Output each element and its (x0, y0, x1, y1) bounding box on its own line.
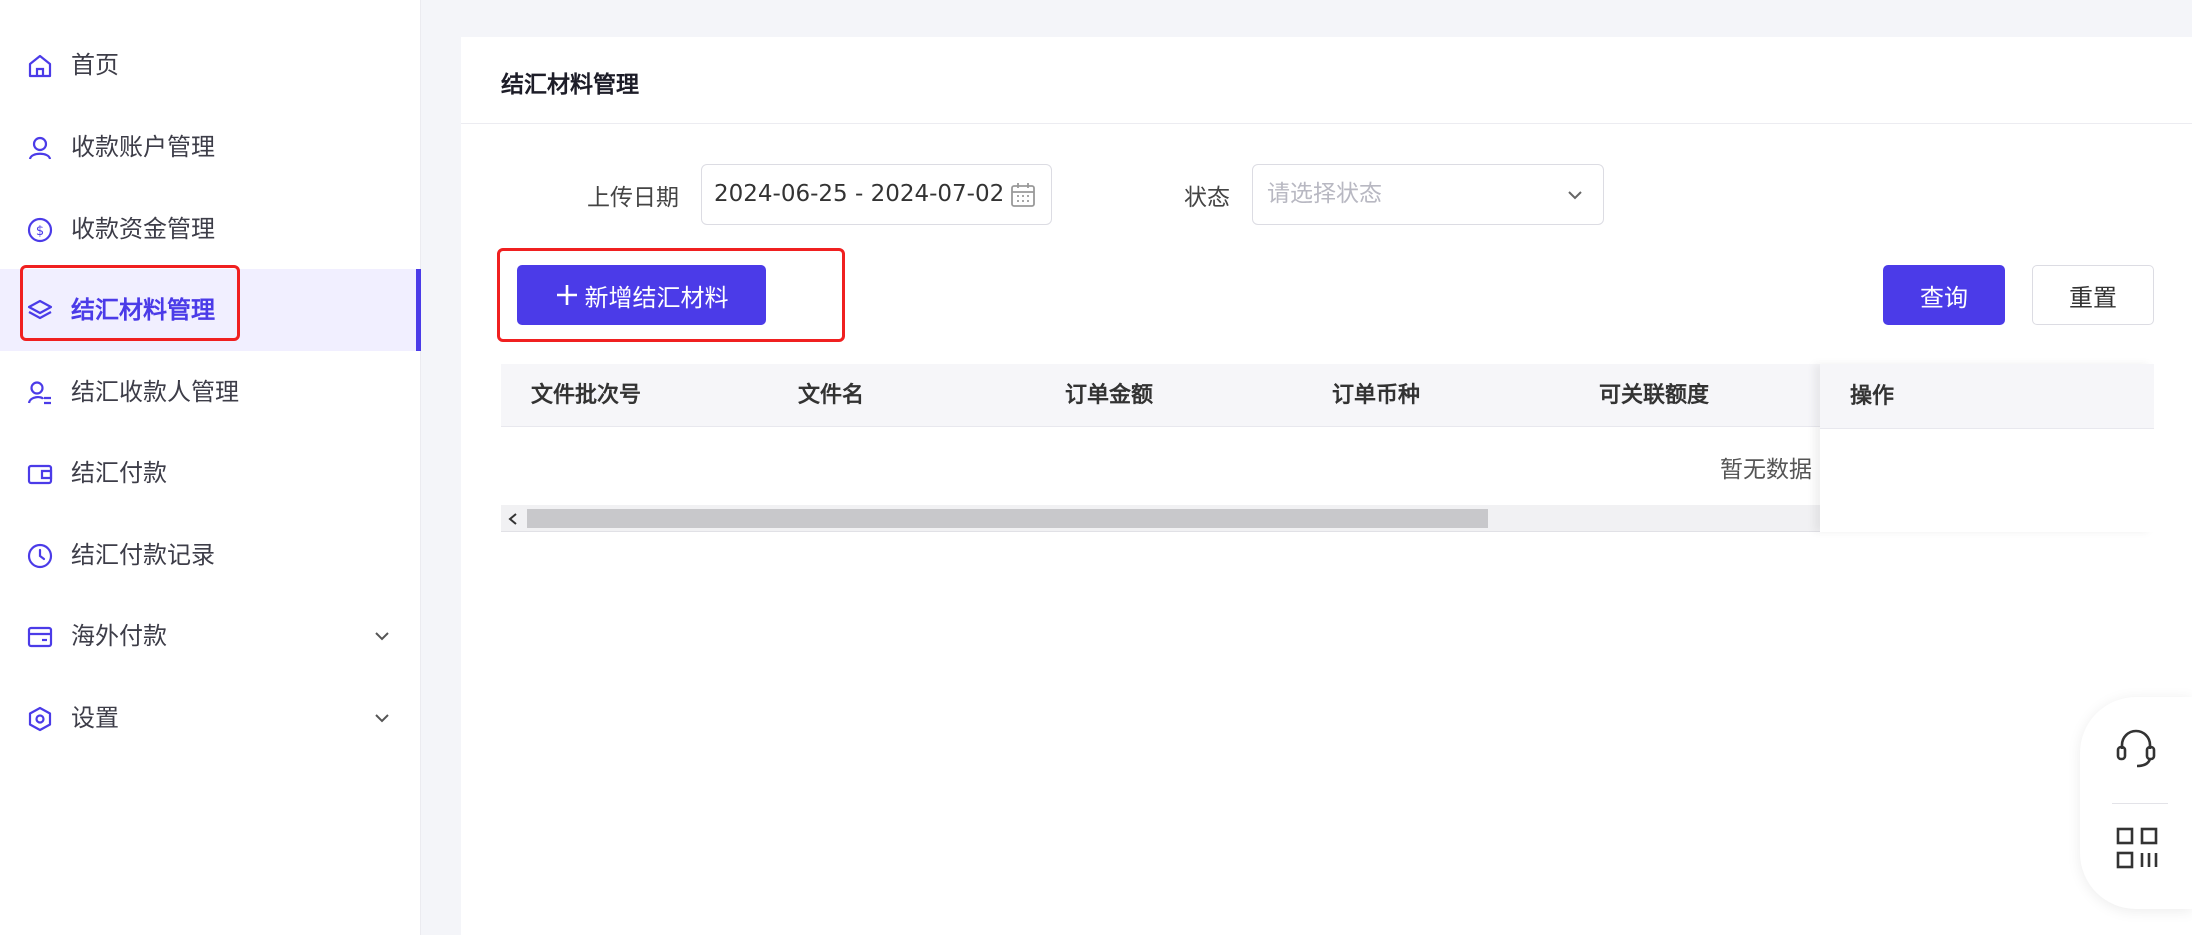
query-button[interactable]: 查询 (1883, 265, 2005, 325)
sidebar-item-overseas-payment[interactable]: 海外付款 (0, 595, 421, 677)
svg-text:$: $ (36, 224, 44, 239)
fixed-action-column: 操作 (1820, 364, 2154, 532)
reset-button-label: 重置 (2069, 283, 2117, 312)
sidebar-item-label: 海外付款 (71, 622, 167, 650)
add-settlement-material-button[interactable]: 新增结汇材料 (517, 265, 766, 325)
dollar-circle-icon: $ (26, 216, 54, 244)
sidebar-item-home[interactable]: 首页 (0, 24, 421, 106)
sidebar-item-label: 结汇收款人管理 (71, 378, 239, 406)
column-header: 操作 (1850, 384, 1895, 409)
sidebar-item-label: 收款账户管理 (71, 133, 215, 161)
chevron-down-icon (1565, 185, 1585, 205)
qr-code-icon[interactable] (2116, 827, 2158, 869)
calendar-icon (1009, 181, 1037, 209)
chevron-down-icon[interactable] (371, 625, 393, 647)
sidebar-item-settlement-payees[interactable]: 结汇收款人管理 (0, 351, 421, 433)
column-header[interactable]: 文件批次号 (531, 364, 641, 427)
sidebar: 首页 收款账户管理 $ 收款资金管理 结汇材料管理 结汇收款人管理 结汇付款 结… (0, 0, 421, 935)
column-header[interactable]: 订单币种 (1332, 364, 1420, 427)
sidebar-item-settlement-materials[interactable]: 结汇材料管理 (0, 269, 421, 351)
sidebar-item-receiving-funds[interactable]: $ 收款资金管理 (0, 188, 421, 270)
sidebar-item-label: 结汇付款记录 (71, 541, 215, 569)
column-header[interactable]: 订单金额 (1065, 364, 1153, 427)
user-list-icon (26, 379, 54, 407)
sidebar-item-settlement-payment-records[interactable]: 结汇付款记录 (0, 514, 421, 596)
divider (461, 123, 2192, 124)
reset-button[interactable]: 重置 (2032, 265, 2154, 325)
status-placeholder: 请选择状态 (1267, 181, 1382, 207)
wallet-icon (26, 460, 54, 488)
user-icon (26, 134, 54, 162)
headset-support-icon[interactable] (2112, 723, 2160, 771)
chevron-down-icon[interactable] (371, 707, 393, 729)
table-empty-text: 暂无数据 (1720, 457, 1812, 483)
sidebar-item-label: 设置 (71, 704, 119, 732)
scrollbar-thumb[interactable] (527, 509, 1488, 528)
sidebar-item-settlement-payment[interactable]: 结汇付款 (0, 432, 421, 514)
scroll-left-icon[interactable] (503, 505, 523, 532)
layers-icon (26, 297, 54, 325)
sidebar-item-receiving-accounts[interactable]: 收款账户管理 (0, 106, 421, 188)
upload-date-value: 2024-06-25 - 2024-07-02 (714, 181, 1005, 207)
column-header[interactable]: 可关联额度 (1599, 364, 1709, 427)
clock-icon (26, 542, 54, 570)
sidebar-item-label: 结汇材料管理 (71, 296, 215, 324)
query-button-label: 查询 (1920, 283, 1968, 312)
plus-icon (555, 283, 579, 307)
column-header[interactable]: 文件名 (798, 364, 864, 427)
sidebar-item-settings[interactable]: 设置 (0, 677, 421, 759)
status-select[interactable]: 请选择状态 (1252, 164, 1604, 225)
main-card: 结汇材料管理 上传日期 2024-06-25 - 2024-07-02 状态 请… (461, 37, 2192, 935)
sidebar-item-label: 结汇付款 (71, 459, 167, 487)
status-label: 状态 (1184, 185, 1230, 211)
home-icon (26, 52, 54, 80)
action-column-header: 操作 (1820, 364, 2154, 429)
sidebar-item-label: 首页 (71, 51, 119, 79)
upload-date-label: 上传日期 (587, 185, 679, 211)
upload-date-range-picker[interactable]: 2024-06-25 - 2024-07-02 (701, 164, 1052, 225)
page-title: 结汇材料管理 (501, 72, 639, 98)
divider (2112, 803, 2168, 804)
hexagon-settings-icon (26, 705, 54, 733)
sidebar-item-label: 收款资金管理 (71, 215, 215, 243)
add-button-label: 新增结汇材料 (584, 283, 729, 312)
card-icon (26, 623, 54, 651)
floating-help-panel (2080, 697, 2192, 909)
